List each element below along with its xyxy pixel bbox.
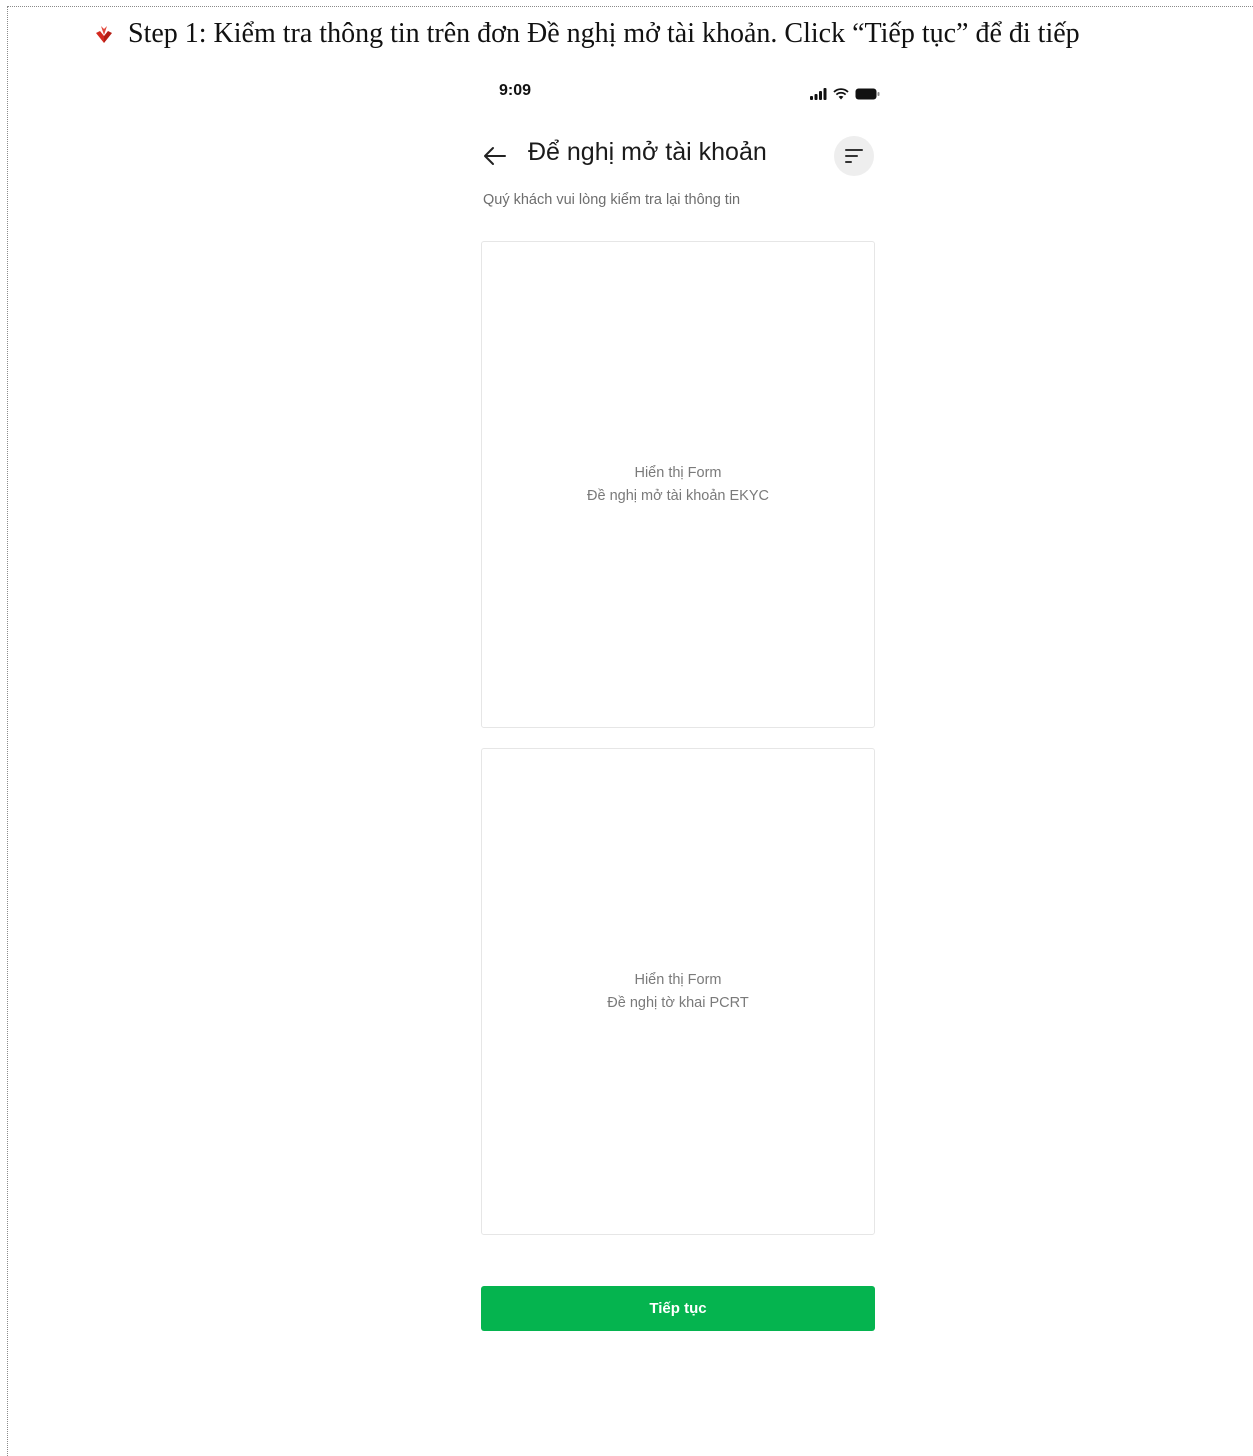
wifi-icon xyxy=(833,85,849,104)
form-preview-pcrt[interactable]: Hiển thị Form Đề nghị tờ khai PCRT xyxy=(481,748,875,1235)
menu-lines-icon xyxy=(845,149,863,163)
phone-screen: 9:09 Để nghị mở tài khoản Quý khách vui … xyxy=(478,72,880,1362)
status-bar: 9:09 xyxy=(478,72,880,112)
menu-button[interactable] xyxy=(834,136,874,176)
form-preview-text: Hiển thị Form Đề nghị mở tài khoản EKYC xyxy=(587,462,769,508)
step-instruction: Step 1: Kiểm tra thông tin trên đơn Đề n… xyxy=(94,14,1080,54)
page-subtitle: Quý khách vui lòng kiểm tra lại thông ti… xyxy=(483,192,741,208)
form-preview-text: Hiển thị Form Đề nghị tờ khai PCRT xyxy=(607,969,748,1015)
app-header: Để nghị mở tài khoản xyxy=(478,134,880,178)
form-preview-line2: Đề nghị mở tài khoản EKYC xyxy=(587,487,769,504)
step-text: Step 1: Kiểm tra thông tin trên đơn Đề n… xyxy=(128,18,1080,49)
status-time: 9:09 xyxy=(499,82,532,99)
signal-icon xyxy=(810,85,827,104)
back-arrow-icon[interactable] xyxy=(482,144,508,168)
page-title: Để nghị mở tài khoản xyxy=(528,138,767,166)
continue-button[interactable]: Tiếp tục xyxy=(481,1286,875,1331)
form-preview-ekyc[interactable]: Hiển thị Form Đề nghị mở tài khoản EKYC xyxy=(481,241,875,728)
form-preview-line1: Hiển thị Form xyxy=(634,971,722,988)
status-icons xyxy=(810,85,880,104)
battery-icon xyxy=(855,85,880,104)
form-preview-line2: Đề nghị tờ khai PCRT xyxy=(607,994,749,1011)
red-arrow-bullet-icon xyxy=(94,24,114,44)
form-preview-line1: Hiển thị Form xyxy=(634,464,722,481)
